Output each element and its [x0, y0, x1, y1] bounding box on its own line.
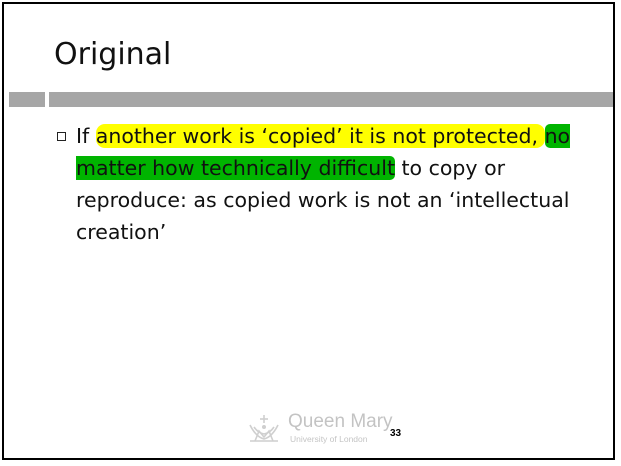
- queen-mary-logo: Queen Mary University of London: [246, 409, 396, 449]
- slide: Original If another work is ‘copied’ it …: [2, 2, 615, 460]
- title-rule-right: [49, 92, 613, 107]
- crown-logo-icon: [249, 415, 279, 442]
- page-number: 33: [390, 428, 402, 439]
- logo-name: Queen Mary: [288, 411, 393, 432]
- slide-title: Original: [54, 37, 172, 72]
- hollow-square-bullet-icon: [57, 132, 66, 141]
- title-rule-left: [9, 92, 45, 107]
- logo-subtitle: University of London: [290, 434, 368, 444]
- bullet-segment-plain: If: [76, 124, 96, 148]
- highlight-yellow-segment: another work is ‘copied’ it is not prote…: [95, 124, 545, 148]
- bullet-text: If another work is ‘copied’ it is not pr…: [76, 120, 596, 248]
